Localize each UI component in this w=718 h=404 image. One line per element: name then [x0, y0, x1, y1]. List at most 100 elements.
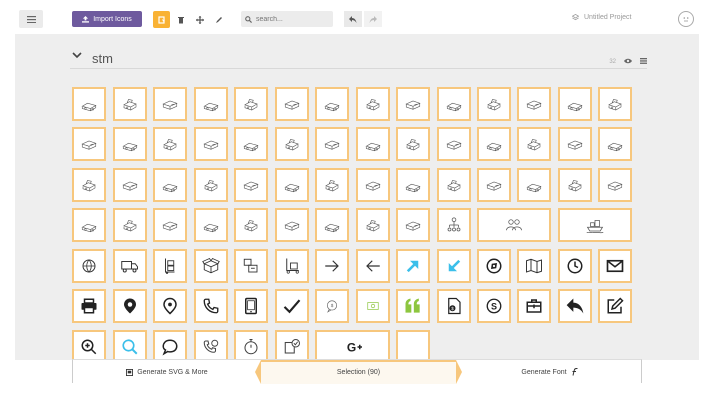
icon-tile[interactable] — [477, 127, 511, 161]
undo-button[interactable] — [344, 11, 362, 27]
icon-tile[interactable] — [517, 127, 551, 161]
icon-tile[interactable] — [517, 249, 551, 283]
icon-tile[interactable] — [356, 249, 390, 283]
set-menu-button[interactable] — [640, 58, 647, 66]
icon-tile[interactable] — [275, 249, 309, 283]
icon-tile[interactable] — [356, 289, 390, 323]
icon-tile[interactable] — [315, 168, 349, 202]
select-tool[interactable] — [153, 11, 170, 28]
icon-tile[interactable] — [113, 127, 147, 161]
icon-tile[interactable] — [194, 168, 228, 202]
icon-tile[interactable] — [153, 87, 187, 121]
icon-tile[interactable] — [113, 208, 147, 242]
icon-tile[interactable] — [396, 249, 430, 283]
icon-tile[interactable] — [113, 289, 147, 323]
icon-tile[interactable] — [517, 87, 551, 121]
icon-tile[interactable] — [194, 289, 228, 323]
icon-tile[interactable] — [72, 168, 106, 202]
icon-tile[interactable] — [275, 87, 309, 121]
icon-tile[interactable] — [396, 330, 430, 360]
icon-tile[interactable] — [275, 208, 309, 242]
icon-tile[interactable] — [234, 87, 268, 121]
icon-tile[interactable] — [437, 127, 471, 161]
icon-tile[interactable] — [113, 168, 147, 202]
icon-tile[interactable] — [194, 249, 228, 283]
icon-tile[interactable] — [437, 168, 471, 202]
icon-tile[interactable] — [315, 208, 349, 242]
collapse-set-toggle[interactable] — [72, 50, 82, 62]
icon-tile[interactable] — [234, 168, 268, 202]
icon-tile[interactable] — [194, 208, 228, 242]
icon-tile[interactable] — [598, 127, 632, 161]
icon-tile[interactable] — [356, 168, 390, 202]
icon-tile[interactable] — [234, 289, 268, 323]
icon-tile[interactable] — [275, 127, 309, 161]
icon-tile[interactable] — [396, 208, 430, 242]
icon-tile[interactable] — [356, 208, 390, 242]
icon-tile[interactable] — [477, 87, 511, 121]
icon-tile[interactable] — [194, 330, 228, 360]
hamburger-menu-button[interactable] — [19, 10, 43, 28]
icon-tile[interactable]: S — [477, 289, 511, 323]
icon-tile[interactable] — [72, 249, 106, 283]
user-avatar[interactable] — [678, 11, 694, 27]
icon-tile[interactable] — [153, 127, 187, 161]
icon-tile[interactable] — [558, 208, 632, 242]
project-selector[interactable]: Untitled Project — [572, 14, 631, 21]
icon-tile[interactable] — [517, 168, 551, 202]
icon-tile[interactable] — [396, 87, 430, 121]
icon-tile[interactable] — [72, 289, 106, 323]
icon-tile[interactable]: $ — [315, 289, 349, 323]
icon-tile[interactable] — [275, 289, 309, 323]
generate-svg-button[interactable]: Generate SVG & More — [73, 360, 261, 384]
icon-tile[interactable] — [558, 127, 592, 161]
icon-tile[interactable] — [153, 330, 187, 360]
icon-tile[interactable] — [437, 208, 471, 242]
icon-tile[interactable] — [153, 168, 187, 202]
icon-tile[interactable]: $ — [437, 289, 471, 323]
icon-tile[interactable] — [194, 87, 228, 121]
selection-button[interactable]: Selection (90) — [255, 360, 462, 384]
icon-tile[interactable] — [275, 330, 309, 360]
icon-tile[interactable] — [396, 289, 430, 323]
icon-tile[interactable] — [437, 87, 471, 121]
icon-tile[interactable] — [234, 330, 268, 360]
icon-tile[interactable] — [558, 168, 592, 202]
icon-tile[interactable] — [153, 289, 187, 323]
icon-tile[interactable] — [356, 127, 390, 161]
icon-tile[interactable] — [356, 87, 390, 121]
icon-tile[interactable] — [72, 208, 106, 242]
icon-tile[interactable] — [598, 249, 632, 283]
icon-tile[interactable] — [113, 249, 147, 283]
edit-tool[interactable] — [210, 11, 227, 28]
icon-tile[interactable] — [437, 249, 471, 283]
icon-tile[interactable] — [558, 87, 592, 121]
move-tool[interactable] — [191, 11, 208, 28]
icon-tile[interactable] — [234, 249, 268, 283]
icon-tile[interactable] — [477, 249, 511, 283]
icon-tile[interactable] — [194, 127, 228, 161]
icon-tile[interactable] — [113, 330, 147, 360]
icon-tile[interactable] — [72, 330, 106, 360]
redo-button[interactable] — [364, 11, 382, 27]
icon-tile[interactable] — [558, 289, 592, 323]
icon-tile[interactable] — [517, 289, 551, 323]
icon-tile[interactable] — [113, 87, 147, 121]
icon-tile[interactable] — [598, 289, 632, 323]
import-icons-button[interactable]: Import Icons — [72, 11, 142, 27]
icon-tile[interactable] — [153, 249, 187, 283]
icon-tile[interactable] — [558, 249, 592, 283]
icon-tile[interactable] — [275, 168, 309, 202]
icon-tile[interactable] — [153, 208, 187, 242]
toggle-visibility-button[interactable] — [624, 58, 632, 66]
icon-tile[interactable] — [234, 127, 268, 161]
search-box[interactable] — [241, 11, 333, 27]
icon-tile[interactable] — [396, 168, 430, 202]
icon-tile[interactable] — [477, 208, 551, 242]
search-input[interactable] — [256, 15, 331, 23]
icon-tile[interactable]: G — [315, 330, 390, 360]
icon-tile[interactable] — [315, 87, 349, 121]
icon-tile[interactable] — [598, 168, 632, 202]
icon-tile[interactable] — [477, 168, 511, 202]
icon-tile[interactable] — [315, 249, 349, 283]
